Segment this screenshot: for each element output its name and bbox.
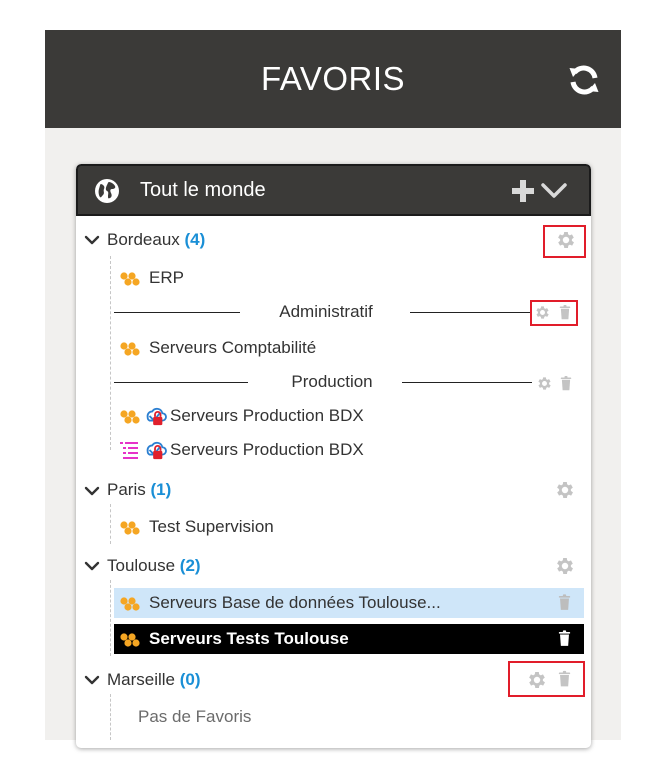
- favorites-header: FAVORIS: [45, 30, 621, 128]
- group-name: Marseille: [107, 670, 176, 689]
- tree-guide-line: [110, 256, 111, 450]
- trash-icon[interactable]: [560, 376, 572, 391]
- server-group-icon: [118, 520, 140, 536]
- item-label: Serveurs Base de données Toulouse...: [149, 593, 441, 612]
- trash-icon[interactable]: [558, 630, 571, 647]
- separator-line: [114, 382, 248, 383]
- list-item[interactable]: ERP: [114, 265, 414, 291]
- separator-label: Administratif: [279, 302, 373, 321]
- refresh-icon[interactable]: [564, 60, 604, 100]
- item-label: Serveurs Comptabilité: [149, 338, 317, 357]
- cloud-lock-icon: [141, 405, 169, 427]
- group-name: Paris: [107, 480, 146, 499]
- group-toulouse[interactable]: Toulouse (2): [107, 554, 201, 578]
- globe-icon: [95, 179, 119, 203]
- separator-line: [114, 312, 240, 313]
- server-group-icon: [118, 632, 140, 648]
- card-header: Tout le monde: [76, 164, 591, 216]
- separator-label: Production: [291, 372, 373, 391]
- server-group-icon: [118, 409, 140, 425]
- favorites-card: Tout le monde Bordeaux (4) ERP Administr…: [76, 164, 591, 748]
- group-bordeaux[interactable]: Bordeaux (4): [107, 228, 205, 252]
- empty-favorites-text: Pas de Favoris: [138, 707, 252, 726]
- highlight-box: [543, 225, 586, 258]
- item-label: Serveurs Production BDX: [170, 406, 364, 425]
- item-label: Serveurs Production BDX: [170, 440, 364, 459]
- collapse-chevron-icon[interactable]: [540, 180, 568, 202]
- group-count: (4): [184, 230, 206, 249]
- server-group-icon: [118, 341, 140, 357]
- list-item[interactable]: Serveurs Production BDX: [114, 403, 494, 429]
- list-icon: [118, 440, 140, 460]
- tree-guide-line: [110, 694, 111, 740]
- group-count: (1): [150, 480, 172, 499]
- list-item-selected[interactable]: Serveurs Base de données Toulouse...: [114, 590, 584, 616]
- list-item[interactable]: Test Supervision: [114, 514, 434, 540]
- header-title: FAVORIS: [260, 60, 406, 97]
- item-label: ERP: [149, 268, 184, 287]
- tree-guide-line: [110, 580, 111, 656]
- tree-guide-line: [110, 504, 111, 544]
- server-group-icon: [118, 596, 140, 612]
- card-title: Tout le monde: [140, 179, 266, 201]
- gear-icon[interactable]: [554, 479, 576, 501]
- list-item[interactable]: Serveurs Production BDX: [114, 437, 494, 463]
- group-marseille[interactable]: Marseille (0): [107, 668, 201, 692]
- chevron-down-icon[interactable]: [84, 234, 100, 246]
- group-name: Bordeaux: [107, 230, 180, 249]
- item-label: Test Supervision: [149, 517, 274, 536]
- server-group-icon: [118, 271, 140, 287]
- plus-icon[interactable]: [510, 178, 536, 204]
- chevron-down-icon[interactable]: [84, 674, 100, 686]
- chevron-down-icon[interactable]: [84, 485, 100, 497]
- group-paris[interactable]: Paris (1): [107, 478, 171, 502]
- gear-icon[interactable]: [554, 555, 576, 577]
- list-item-active[interactable]: Serveurs Tests Toulouse: [114, 626, 584, 652]
- separator-line: [402, 382, 532, 383]
- separator-line: [410, 312, 532, 313]
- cloud-lock-icon: [141, 439, 169, 461]
- gear-icon[interactable]: [536, 375, 553, 392]
- group-count: (0): [179, 670, 201, 689]
- trash-icon[interactable]: [558, 594, 571, 611]
- group-name: Toulouse: [107, 556, 176, 575]
- item-label: Serveurs Tests Toulouse: [149, 629, 349, 648]
- chevron-down-icon[interactable]: [84, 560, 100, 572]
- group-count: (2): [179, 556, 201, 575]
- list-item[interactable]: Serveurs Comptabilité: [114, 335, 474, 361]
- highlight-box: [508, 661, 585, 697]
- highlight-box: [530, 300, 578, 326]
